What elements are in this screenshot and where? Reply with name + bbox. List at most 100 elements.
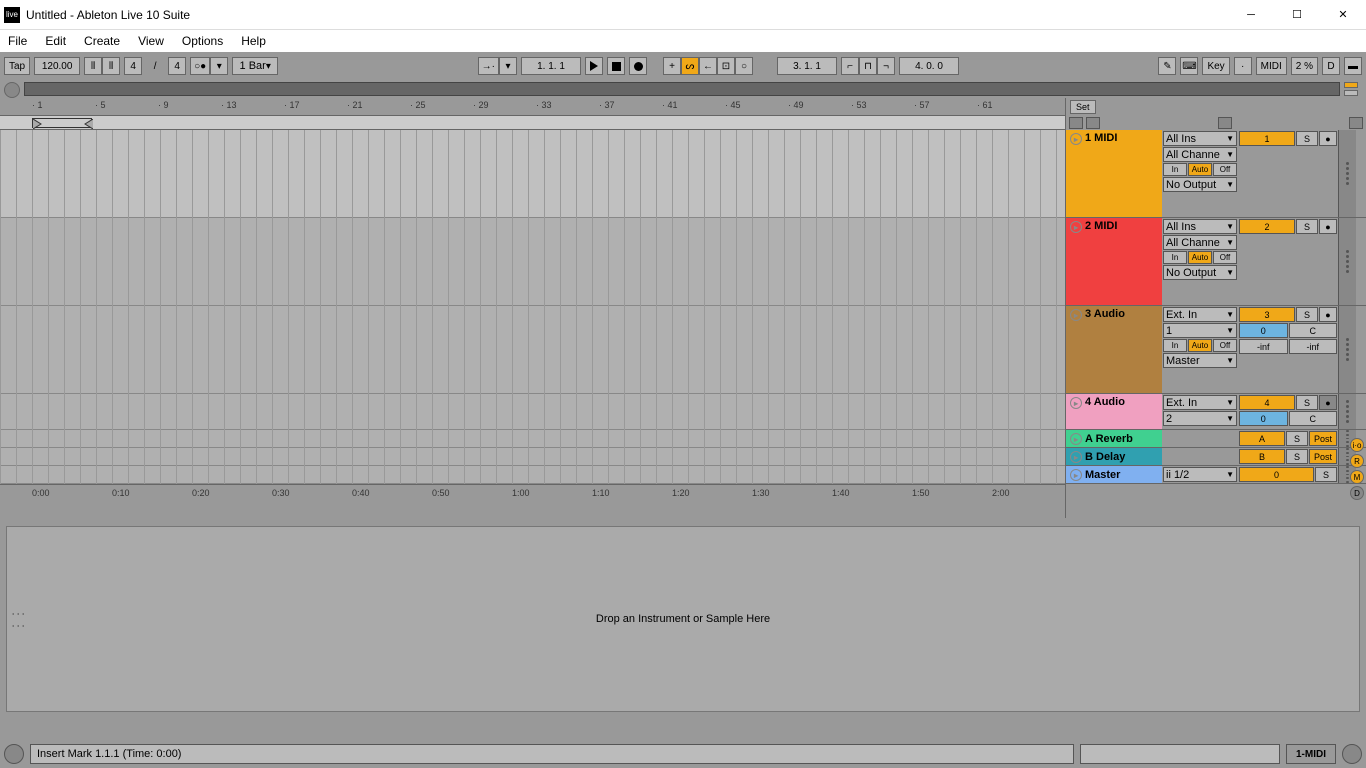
menu-options[interactable]: Options — [182, 34, 223, 48]
menu-view[interactable]: View — [138, 34, 164, 48]
overdub-button[interactable]: + — [663, 57, 681, 75]
device-area-handle[interactable]: ⋮⋮ — [11, 607, 27, 631]
input-channel-selector[interactable]: All Channe▼ — [1163, 235, 1237, 250]
window-maximize-button[interactable]: ☐ — [1274, 0, 1320, 30]
solo-button[interactable]: S — [1296, 395, 1318, 410]
detail-view-toggle[interactable] — [4, 744, 24, 764]
track-header[interactable]: ▸2 MIDI — [1066, 218, 1162, 305]
loop-switch-icon[interactable]: ⊓ — [859, 57, 877, 75]
tempo-field[interactable]: 120.00 — [34, 57, 80, 75]
automation-arm-button[interactable]: ᔕ — [681, 57, 699, 75]
record-button[interactable] — [629, 57, 647, 75]
delay-section-toggle[interactable]: D — [1350, 486, 1364, 500]
session-view-button[interactable] — [1344, 82, 1358, 88]
midi-map-button[interactable]: MIDI — [1256, 57, 1287, 75]
monitor-auto-button[interactable]: Auto — [1188, 251, 1212, 264]
arrangement-timeline[interactable]: · 1· 5· 9· 13· 17· 21· 25· 29· 33· 37· 4… — [0, 98, 1066, 518]
loop-start-field[interactable]: 3. 1. 1 — [777, 57, 837, 75]
overview-strip[interactable] — [24, 82, 1340, 96]
arm-button[interactable]: ● — [1319, 131, 1337, 146]
monitor-in-button[interactable]: In — [1163, 251, 1187, 264]
quantize-selector[interactable]: 1 Bar ▾ — [232, 57, 278, 75]
punch-out-icon[interactable]: ¬ — [877, 57, 895, 75]
input-type-selector[interactable]: Ext. In▼ — [1163, 395, 1237, 410]
time-sig-numerator[interactable]: 4 — [124, 57, 142, 75]
input-channel-selector[interactable]: 2▼ — [1163, 411, 1237, 426]
menu-edit[interactable]: Edit — [45, 34, 66, 48]
lock-envelopes-icon[interactable] — [1349, 117, 1363, 129]
monitor-auto-button[interactable]: Auto — [1188, 339, 1212, 352]
post-button[interactable]: Post — [1309, 449, 1337, 464]
disk-overload-indicator[interactable]: D — [1322, 57, 1340, 75]
solo-button[interactable]: S — [1286, 449, 1308, 464]
send-value[interactable]: C — [1289, 411, 1338, 426]
solo-button[interactable]: S — [1315, 467, 1337, 482]
arrangement-position[interactable]: 1. 1. 1 — [521, 57, 581, 75]
loop-marker[interactable] — [32, 118, 92, 128]
track-lanes[interactable] — [0, 130, 1065, 484]
track-activator-button[interactable]: 2 — [1239, 219, 1295, 234]
return-section-toggle[interactable]: R — [1350, 454, 1364, 468]
post-button[interactable]: Post — [1309, 431, 1337, 446]
device-drop-area[interactable]: ⋮⋮ Drop an Instrument or Sample Here — [6, 526, 1360, 712]
beat-ruler[interactable]: · 1· 5· 9· 13· 17· 21· 25· 29· 33· 37· 4… — [0, 98, 1065, 116]
follow-icon[interactable]: →· — [478, 57, 499, 75]
monitor-in-button[interactable]: In — [1163, 339, 1187, 352]
menu-create[interactable]: Create — [84, 34, 120, 48]
reenable-automation-button[interactable]: ← — [699, 57, 717, 75]
volume-value[interactable]: -inf — [1239, 339, 1288, 354]
solo-button[interactable]: S — [1296, 307, 1318, 322]
nudge-down-icon[interactable]: ⦀ — [84, 57, 102, 75]
send-knob[interactable]: 0 — [1239, 323, 1288, 338]
tap-tempo-button[interactable]: Tap — [4, 57, 30, 75]
loop-length-field[interactable]: 4. 0. 0 — [899, 57, 959, 75]
output-selector[interactable]: No Output▼ — [1163, 265, 1237, 280]
track-activator-button[interactable]: 3 — [1239, 307, 1295, 322]
monitor-in-button[interactable]: In — [1163, 163, 1187, 176]
track-header[interactable]: ▸Master — [1066, 466, 1162, 483]
input-type-selector[interactable]: Ext. In▼ — [1163, 307, 1237, 322]
track-fold-icon[interactable]: ▸ — [1070, 451, 1082, 463]
mixer-section-toggle[interactable]: M — [1350, 470, 1364, 484]
track-header[interactable]: ▸B Delay — [1066, 448, 1162, 465]
nudge-up-icon[interactable]: ⦀ — [102, 57, 120, 75]
back-to-arrangement-icon[interactable] — [1069, 117, 1083, 129]
input-type-selector[interactable]: All Ins▼ — [1163, 131, 1237, 146]
input-channel-selector[interactable]: 1▼ — [1163, 323, 1237, 338]
send-value[interactable]: C — [1289, 323, 1338, 338]
track-activator-button[interactable]: B — [1239, 449, 1285, 464]
monitor-auto-button[interactable]: Auto — [1188, 163, 1212, 176]
monitor-off-button[interactable]: Off — [1213, 251, 1237, 264]
clip-view-toggle[interactable] — [1342, 744, 1362, 764]
arm-button[interactable]: ● — [1319, 307, 1337, 322]
track-fold-icon[interactable]: ▸ — [1070, 469, 1082, 481]
output-selector[interactable]: No Output▼ — [1163, 177, 1237, 192]
solo-button[interactable]: S — [1286, 431, 1308, 446]
track-activator-button[interactable]: 4 — [1239, 395, 1295, 410]
punch-in-icon[interactable]: ⌐ — [841, 57, 859, 75]
track-header[interactable]: ▸A Reverb — [1066, 430, 1162, 447]
io-section-toggle[interactable]: i·o — [1350, 438, 1364, 452]
monitor-off-button[interactable]: Off — [1213, 339, 1237, 352]
menu-file[interactable]: File — [8, 34, 27, 48]
track-fold-icon[interactable]: ▸ — [1070, 397, 1082, 409]
arm-button[interactable]: ● — [1319, 219, 1337, 234]
draw-mode-button[interactable]: ✎ — [1158, 57, 1176, 75]
time-sig-denominator[interactable]: 4 — [168, 57, 186, 75]
send-knob[interactable]: 0 — [1239, 411, 1288, 426]
window-close-button[interactable]: ✕ — [1320, 0, 1366, 30]
solo-button[interactable]: S — [1296, 219, 1318, 234]
browser-toggle-icon[interactable] — [4, 82, 20, 98]
track-activator-button[interactable]: 1 — [1239, 131, 1295, 146]
track-fold-icon[interactable]: ▸ — [1070, 309, 1082, 321]
solo-button[interactable]: S — [1296, 131, 1318, 146]
metronome-dropdown-icon[interactable]: ▾ — [210, 57, 228, 75]
add-lane-icon[interactable] — [1086, 117, 1100, 129]
track-fold-icon[interactable]: ▸ — [1070, 133, 1082, 145]
session-record-button[interactable]: ○ — [735, 57, 753, 75]
menu-help[interactable]: Help — [241, 34, 266, 48]
stop-button[interactable] — [607, 57, 625, 75]
loop-brace-area[interactable] — [0, 116, 1065, 130]
key-map-button[interactable]: Key — [1202, 57, 1229, 75]
follow-dropdown-icon[interactable]: ▾ — [499, 57, 517, 75]
